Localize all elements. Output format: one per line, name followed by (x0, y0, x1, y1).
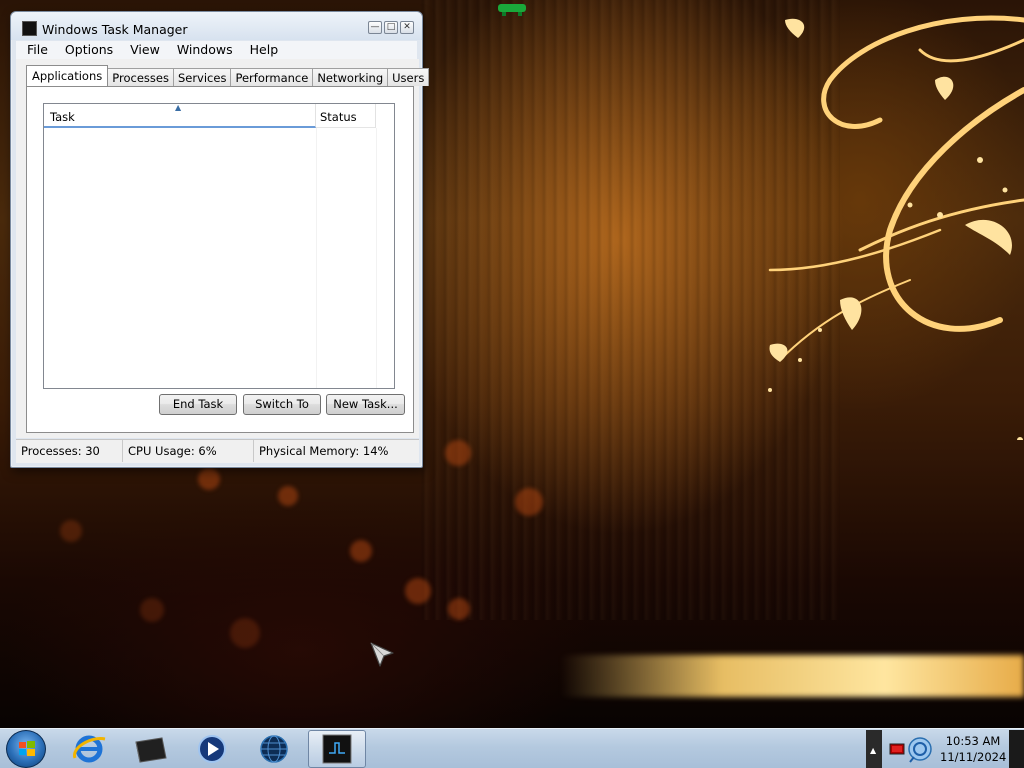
task-manager-app-icon (22, 21, 37, 36)
bokeh-light (448, 598, 470, 620)
column-header-task-label: Task (50, 110, 75, 124)
bokeh-light (140, 598, 164, 622)
column-header-status[interactable]: Status (316, 104, 376, 128)
show-hidden-icons-button[interactable]: ▲ (866, 730, 882, 768)
column-divider (316, 128, 317, 388)
window-title: Windows Task Manager (42, 22, 188, 37)
clock-time: 10:53 AM (945, 734, 1001, 748)
bokeh-light (445, 440, 471, 466)
bokeh-light (198, 468, 220, 490)
column-header-status-label: Status (320, 110, 357, 124)
bokeh-light (515, 488, 543, 516)
tab-networking[interactable]: Networking (312, 68, 389, 86)
media-player-icon (198, 735, 226, 763)
start-button[interactable] (6, 730, 46, 768)
title-bar[interactable]: Windows Task Manager — □ ✕ (11, 12, 422, 40)
status-bar: Processes: 30 CPU Usage: 6% Physical Mem… (16, 439, 419, 463)
menu-view[interactable]: View (120, 41, 167, 59)
end-task-button[interactable]: End Task (159, 394, 237, 415)
bokeh-light (230, 618, 260, 648)
network-globe-icon (260, 735, 288, 763)
task-list[interactable]: ▲ Task Status (43, 103, 395, 389)
status-processes: Processes: 30 (16, 440, 123, 462)
bokeh-light (278, 486, 298, 506)
task-manager-window[interactable]: Windows Task Manager — □ ✕ File Options … (10, 11, 430, 468)
column-header-task[interactable]: ▲ Task (44, 103, 316, 128)
clock-date: 11/11/2024 (940, 750, 1007, 764)
caption-buttons: — □ ✕ (368, 21, 414, 34)
close-button[interactable]: ✕ (400, 21, 414, 34)
tray-status-icons (889, 737, 932, 763)
taskbar-clock[interactable]: 10:53 AM 11/11/2024 (940, 730, 1006, 768)
menu-options[interactable]: Options (55, 41, 120, 59)
tab-applications[interactable]: Applications (26, 65, 109, 86)
tab-processes[interactable]: Processes (107, 68, 174, 86)
tab-users[interactable]: Users (387, 68, 430, 86)
bokeh-light (405, 578, 431, 604)
status-cpu-usage: CPU Usage: 6% (123, 440, 254, 462)
tab-services[interactable]: Services (172, 68, 232, 86)
wallpaper-glow-band (560, 655, 1024, 697)
show-desktop-button[interactable] (1009, 730, 1024, 768)
taskbar-task-manager[interactable] (308, 730, 366, 768)
taskbar-network[interactable] (246, 730, 302, 768)
bokeh-light (60, 520, 82, 542)
taskbar-media-player[interactable] (184, 730, 240, 768)
task-manager-icon (322, 734, 352, 764)
wallpaper-swirl-ornament (768, 15, 1024, 440)
menu-windows[interactable]: Windows (167, 41, 240, 59)
applications-panel: ▲ Task Status End Task Switch To New Tas… (26, 86, 414, 433)
taskbar: ▲ 10:53 AM 11/11/2024 (0, 728, 1024, 768)
task-list-header: ▲ Task Status (44, 103, 394, 128)
windows-logo-icon (19, 741, 35, 756)
window-client-area: Applications Processes Services Performa… (16, 59, 430, 438)
chevron-up-icon: ▲ (870, 746, 877, 755)
bokeh-light (350, 540, 372, 562)
taskbar-internet-explorer[interactable] (61, 730, 117, 768)
minimize-button[interactable]: — (368, 21, 382, 34)
maximize-button[interactable]: □ (384, 21, 398, 34)
menu-bar: File Options View Windows Help (16, 41, 417, 59)
notification-area (884, 731, 938, 767)
internet-explorer-icon (73, 735, 106, 763)
new-task-button[interactable]: New Task... (326, 394, 405, 415)
tab-strip: Applications Processes Services Performa… (26, 65, 430, 86)
status-physical-memory: Physical Memory: 14% (259, 444, 389, 458)
file-explorer-icon (135, 737, 167, 763)
taskbar-file-explorer[interactable] (122, 730, 178, 768)
column-divider (376, 128, 377, 388)
tab-performance[interactable]: Performance (230, 68, 314, 86)
green-gadget-icon (498, 4, 526, 16)
mouse-pointer-icon (370, 642, 394, 667)
menu-file[interactable]: File (16, 41, 55, 59)
switch-to-button[interactable]: Switch To (243, 394, 321, 415)
menu-help[interactable]: Help (240, 41, 286, 59)
sort-ascending-icon: ▲ (175, 103, 182, 112)
